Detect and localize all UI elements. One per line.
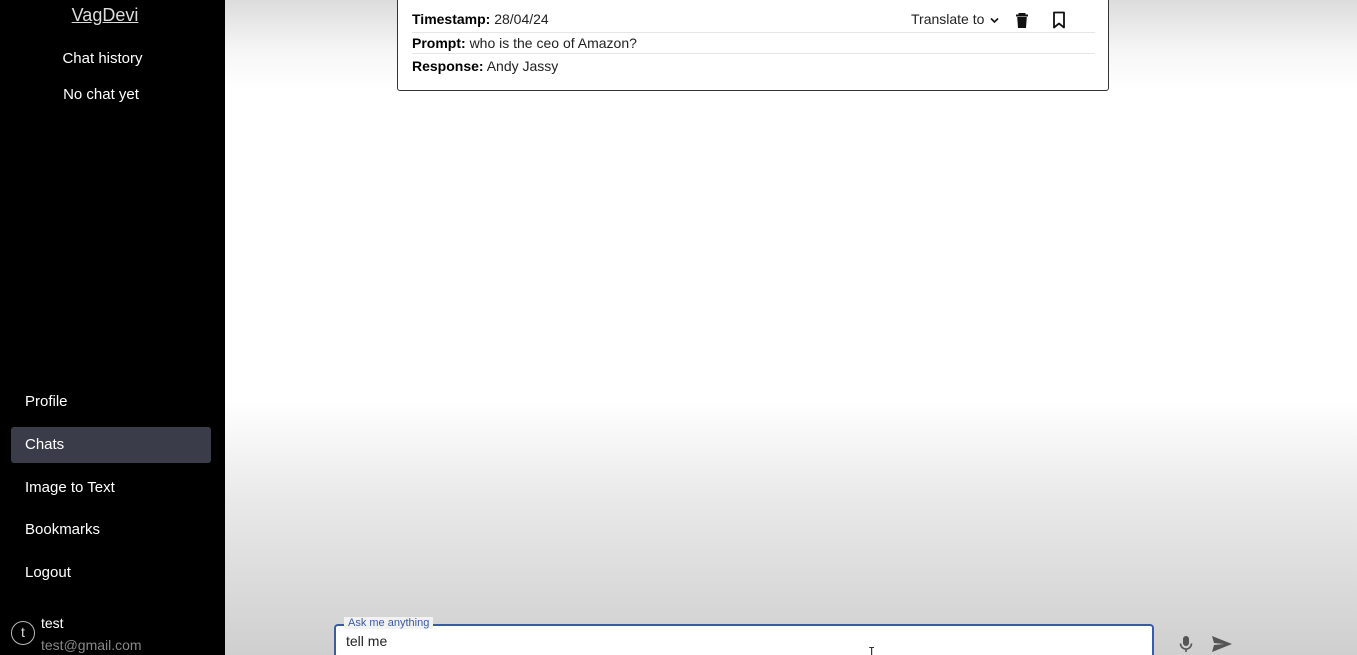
chevron-down-icon	[990, 17, 999, 23]
response-text: Andy Jassy	[486, 58, 559, 74]
response-label: Response:	[412, 58, 484, 74]
sidebar-nav: Profile Chats Image to Text Bookmarks Lo…	[11, 384, 211, 598]
text-cursor-icon: I	[868, 645, 876, 655]
microphone-icon[interactable]	[1176, 634, 1196, 654]
sidebar-item-chats[interactable]: Chats	[11, 426, 211, 463]
sidebar-item-profile[interactable]: Profile	[11, 384, 211, 420]
chat-history-heading: Chat history	[62, 50, 143, 67]
bookmark-icon[interactable]	[1050, 11, 1068, 29]
prompt-text: who is the ceo of Amazon?	[469, 35, 637, 51]
user-profile: t test test@gmail.com	[11, 613, 221, 655]
chat-input-label: Ask me anything	[344, 617, 434, 629]
prompt-row: Prompt: who is the ceo of Amazon?	[412, 32, 1095, 51]
translate-dropdown[interactable]: Translate to	[911, 11, 999, 27]
timestamp-label: Timestamp:	[412, 11, 491, 27]
send-icon[interactable]	[1210, 634, 1234, 654]
response-row: Response: Andy Jassy	[412, 53, 1095, 74]
sidebar-item-bookmarks[interactable]: Bookmarks	[11, 512, 211, 548]
avatar: t	[11, 621, 35, 645]
trash-icon[interactable]	[1013, 11, 1031, 29]
prompt-label: Prompt:	[412, 35, 466, 51]
sidebar-item-image-to-text[interactable]: Image to Text	[11, 470, 211, 506]
translate-label: Translate to	[911, 11, 985, 27]
main-area: Timestamp: 28/04/24 Translate to Prompt:…	[225, 0, 1357, 655]
chat-input-box[interactable]: Ask me anything	[334, 617, 1154, 655]
chat-history-empty-text: No chat yet	[63, 86, 139, 103]
sidebar: VagDevi Chat history No chat yet Profile…	[0, 0, 225, 655]
user-name: test	[41, 615, 64, 631]
user-email: test@gmail.com	[41, 637, 142, 653]
brand-logo[interactable]: VagDevi	[0, 5, 210, 26]
sidebar-item-logout[interactable]: Logout	[11, 555, 211, 591]
chat-input[interactable]	[346, 633, 1136, 649]
timestamp-value: 28/04/24	[494, 11, 549, 27]
chat-card: Timestamp: 28/04/24 Translate to Prompt:…	[397, 0, 1109, 91]
